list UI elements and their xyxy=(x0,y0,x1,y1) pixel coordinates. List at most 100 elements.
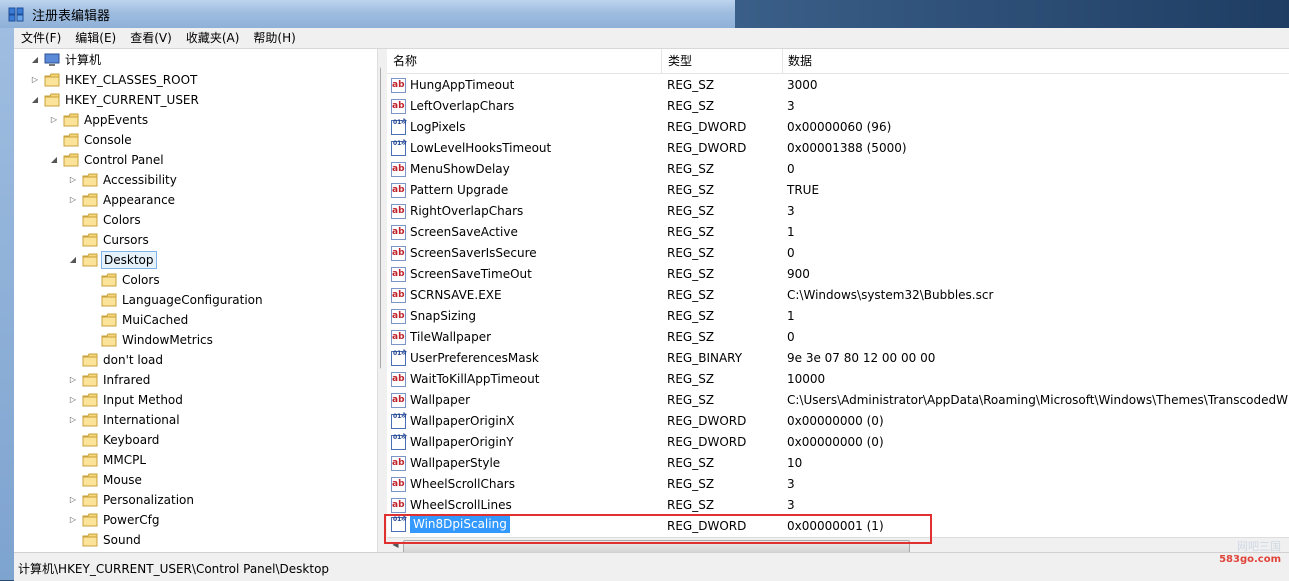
tree-item[interactable]: ◢ Control Panel xyxy=(49,150,166,170)
collapse-arrow-icon[interactable]: ◢ xyxy=(30,50,40,70)
tree-item[interactable]: ◢ HKEY_CURRENT_USER xyxy=(30,90,201,110)
value-type: REG_SZ xyxy=(667,99,715,113)
expand-arrow-icon[interactable]: ▷ xyxy=(68,390,78,410)
expand-arrow-icon[interactable]: ▷ xyxy=(68,170,78,190)
value-row[interactable]: Pattern Upgrade REG_SZ TRUE xyxy=(387,180,1289,201)
value-row[interactable]: UserPreferencesMask REG_BINARY 9e 3e 07 80… xyxy=(387,348,1289,369)
value-row[interactable]: WallpaperStyle REG_SZ 10 xyxy=(387,453,1289,474)
tree-item[interactable]: WindowMetrics xyxy=(87,330,215,350)
expand-arrow-icon[interactable]: ▷ xyxy=(68,370,78,390)
value-row[interactable]: RightOverlapChars REG_SZ 3 xyxy=(387,201,1289,222)
folder-icon xyxy=(101,313,117,327)
tree-item[interactable]: ◢ 计算机 xyxy=(30,50,103,70)
tree-item[interactable]: Console xyxy=(49,130,134,150)
value-name-cell: ScreenSaverIsSecure xyxy=(391,243,537,264)
tree-item[interactable]: Sound xyxy=(68,530,143,550)
expand-arrow-icon[interactable]: ▷ xyxy=(30,70,40,90)
value-name-cell: WheelScrollLines xyxy=(391,495,512,516)
expand-arrow-icon[interactable]: ▷ xyxy=(68,190,78,210)
tree-item[interactable]: Keyboard xyxy=(68,430,161,450)
value-name: ScreenSaverIsSecure xyxy=(410,246,537,260)
tree-item[interactable]: ▷ HKEY_CLASSES_ROOT xyxy=(30,70,199,90)
value-name-cell: Wallpaper xyxy=(391,390,470,411)
no-expander xyxy=(68,230,78,250)
value-type: REG_SZ xyxy=(667,183,715,197)
folder-icon xyxy=(82,433,98,447)
tree-item[interactable]: ◢ Desktop xyxy=(68,250,157,270)
value-data: 3 xyxy=(787,99,795,113)
registry-tree[interactable]: ▲ ▼ ◢计算机▷HKEY_CLASSES_ROOT◢HKEY_CURRENT_… xyxy=(14,49,382,552)
value-row[interactable]: LogPixels REG_DWORD 0x00000060 (96) xyxy=(387,117,1289,138)
expand-arrow-icon[interactable]: ▷ xyxy=(68,510,78,530)
column-header-type[interactable]: 类型 xyxy=(662,49,783,73)
value-name: WallpaperOriginX xyxy=(410,414,515,428)
tree-item[interactable]: MuiCached xyxy=(87,310,190,330)
value-data: 0x00000000 (0) xyxy=(787,435,884,449)
string-value-icon xyxy=(391,369,406,390)
value-data: 10000 xyxy=(787,372,826,386)
value-data: 9e 3e 07 80 12 00 00 00 xyxy=(787,351,936,365)
value-row[interactable]: SnapSizing REG_SZ 1 xyxy=(387,306,1289,327)
collapse-arrow-icon[interactable]: ◢ xyxy=(68,250,78,270)
tree-item[interactable]: LanguageConfiguration xyxy=(87,290,265,310)
tree-item-label: Input Method xyxy=(103,393,183,407)
collapse-arrow-icon[interactable]: ◢ xyxy=(49,150,59,170)
tree-item[interactable]: ▷ Accessibility xyxy=(68,170,179,190)
value-row[interactable]: LeftOverlapChars REG_SZ 3 xyxy=(387,96,1289,117)
tree-item[interactable]: Colors xyxy=(68,210,143,230)
tree-item[interactable]: ▷ Infrared xyxy=(68,370,152,390)
value-row[interactable]: ScreenSaverIsSecure REG_SZ 0 xyxy=(387,243,1289,264)
value-row[interactable]: WallpaperOriginX REG_DWORD 0x00000000 (0) xyxy=(387,411,1289,432)
value-data: C:\Users\Administrator\AppData\Roaming\M… xyxy=(787,393,1288,407)
no-expander xyxy=(68,430,78,450)
value-name-cell: ScreenSaveActive xyxy=(391,222,518,243)
expand-arrow-icon[interactable]: ▷ xyxy=(49,110,59,130)
folder-icon xyxy=(82,233,98,247)
tree-item[interactable]: ▷ Input Method xyxy=(68,390,185,410)
value-name-cell: LowLevelHooksTimeout xyxy=(391,138,551,159)
menu-help[interactable]: 帮助(H) xyxy=(246,28,302,48)
tree-item[interactable]: MMCPL xyxy=(68,450,148,470)
value-row[interactable]: ScreenSaveTimeOut REG_SZ 900 xyxy=(387,264,1289,285)
tree-item[interactable]: don't load xyxy=(68,350,165,370)
value-row[interactable]: SCRNSAVE.EXE REG_SZ C:\Windows\system32\Bu… xyxy=(387,285,1289,306)
value-row[interactable]: HungAppTimeout REG_SZ 3000 xyxy=(387,75,1289,96)
tree-item[interactable]: ▷ International xyxy=(68,410,182,430)
no-expander xyxy=(87,290,97,310)
menu-view[interactable]: 查看(V) xyxy=(123,28,179,48)
column-header-data[interactable]: 数据 xyxy=(782,49,1288,73)
menu-edit[interactable]: 编辑(E) xyxy=(68,28,123,48)
folder-icon xyxy=(82,373,98,387)
regedit-app-icon xyxy=(8,7,24,22)
value-row[interactable]: ScreenSaveActive REG_SZ 1 xyxy=(387,222,1289,243)
value-row[interactable]: WheelScrollChars REG_SZ 3 xyxy=(387,474,1289,495)
value-type: REG_SZ xyxy=(667,477,715,491)
highlight-box-selected-value xyxy=(384,514,932,544)
value-row[interactable]: LowLevelHooksTimeout REG_DWORD 0x00001388 … xyxy=(387,138,1289,159)
tree-item[interactable]: ▷ PowerCfg xyxy=(68,510,162,530)
expand-arrow-icon[interactable]: ▷ xyxy=(68,410,78,430)
tree-item[interactable]: ▷ AppEvents xyxy=(49,110,150,130)
value-row[interactable]: Wallpaper REG_SZ C:\Users\Administrator\Ap… xyxy=(387,390,1289,411)
value-row[interactable]: TileWallpaper REG_SZ 0 xyxy=(387,327,1289,348)
value-name: LeftOverlapChars xyxy=(410,99,515,113)
value-type: REG_SZ xyxy=(667,498,715,512)
folder-icon xyxy=(82,353,98,367)
value-row[interactable]: WallpaperOriginY REG_DWORD 0x00000000 (0) xyxy=(387,432,1289,453)
column-header-name[interactable]: 名称 xyxy=(387,49,662,73)
value-row[interactable]: WheelScrollLines REG_SZ 3 xyxy=(387,495,1289,516)
tree-item[interactable]: Mouse xyxy=(68,470,144,490)
background-window-strip xyxy=(735,0,1289,28)
value-row[interactable]: MenuShowDelay REG_SZ 0 xyxy=(387,159,1289,180)
tree-item[interactable]: ▷ Personalization xyxy=(68,490,196,510)
collapse-arrow-icon[interactable]: ◢ xyxy=(30,90,40,110)
menu-file[interactable]: 文件(F) xyxy=(14,28,68,48)
menu-favorites[interactable]: 收藏夹(A) xyxy=(179,28,247,48)
folder-icon xyxy=(63,113,79,127)
value-row[interactable]: WaitToKillAppTimeout REG_SZ 10000 xyxy=(387,369,1289,390)
tree-item[interactable]: Cursors xyxy=(68,230,151,250)
tree-item[interactable]: ▷ Appearance xyxy=(68,190,177,210)
tree-item[interactable]: Colors xyxy=(87,270,162,290)
expand-arrow-icon[interactable]: ▷ xyxy=(68,490,78,510)
value-name-cell: HungAppTimeout xyxy=(391,75,514,96)
